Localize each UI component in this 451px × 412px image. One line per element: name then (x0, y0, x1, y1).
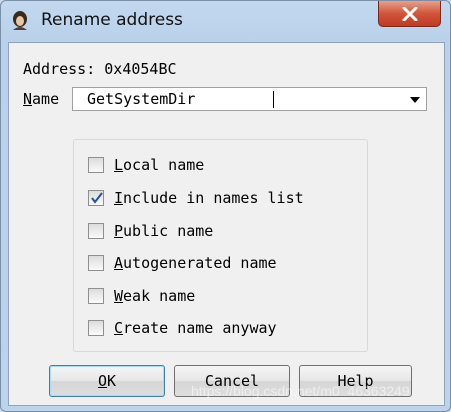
dropdown-arrow-icon[interactable] (408, 91, 422, 107)
include-in-names-list-checkbox[interactable] (88, 190, 104, 206)
name-label-rest: ame (32, 90, 60, 108)
address-label: Address: 0x4054BC (23, 60, 177, 78)
name-label-mnemonic: N (23, 90, 33, 108)
name-combobox[interactable]: GetSystemDir (72, 87, 427, 111)
weak-name-option[interactable]: Weak name (88, 285, 195, 307)
dialog-body: Address: 0x4054BC Name GetSystemDir Loca… (8, 42, 445, 406)
include-in-names-list-option[interactable]: Include in names list (88, 187, 304, 209)
rename-address-dialog: Rename address Address: 0x4054BC Name Ge… (0, 0, 451, 412)
title-bar[interactable]: Rename address (1, 1, 450, 41)
name-label: Name (23, 90, 59, 108)
autogenerated-name-option[interactable]: Autogenerated name (88, 252, 277, 274)
public-name-checkbox[interactable] (88, 223, 104, 239)
option-mnemonic: L (114, 156, 124, 174)
close-icon (402, 6, 417, 21)
watermark-text: https://blog.csdn.net/m0_46363249 (191, 383, 410, 399)
ok-mnemonic: O (97, 372, 107, 390)
weak-name-checkbox[interactable] (88, 288, 104, 304)
create-name-anyway-checkbox[interactable] (88, 320, 104, 336)
options-group: Local name Include in names list Public … (73, 139, 368, 352)
option-label: eak name (123, 287, 196, 305)
option-label: nclude in names list (123, 189, 304, 207)
option-mnemonic: C (114, 319, 124, 337)
option-label: ocal name (123, 156, 205, 174)
name-input[interactable]: GetSystemDir (87, 90, 195, 108)
ida-app-icon (13, 11, 27, 30)
option-mnemonic: A (114, 254, 124, 272)
public-name-option[interactable]: Public name (88, 220, 213, 242)
text-caret (273, 91, 274, 108)
ok-button[interactable]: OK (49, 365, 165, 397)
local-name-option[interactable]: Local name (88, 154, 204, 176)
dialog-title: Rename address (41, 10, 183, 30)
autogenerated-name-checkbox[interactable] (88, 255, 104, 271)
create-name-anyway-option[interactable]: Create name anyway (88, 317, 277, 339)
option-label: utogenerated name (123, 254, 277, 272)
option-mnemonic: P (114, 222, 124, 240)
option-mnemonic: I (114, 189, 124, 207)
local-name-checkbox[interactable] (88, 157, 104, 173)
close-button[interactable] (378, 1, 441, 27)
checkmark-icon (91, 192, 103, 204)
option-label: ublic name (123, 222, 214, 240)
option-mnemonic: W (114, 287, 124, 305)
option-label: reate name anyway (123, 319, 277, 337)
ok-label-rest: K (107, 372, 117, 390)
